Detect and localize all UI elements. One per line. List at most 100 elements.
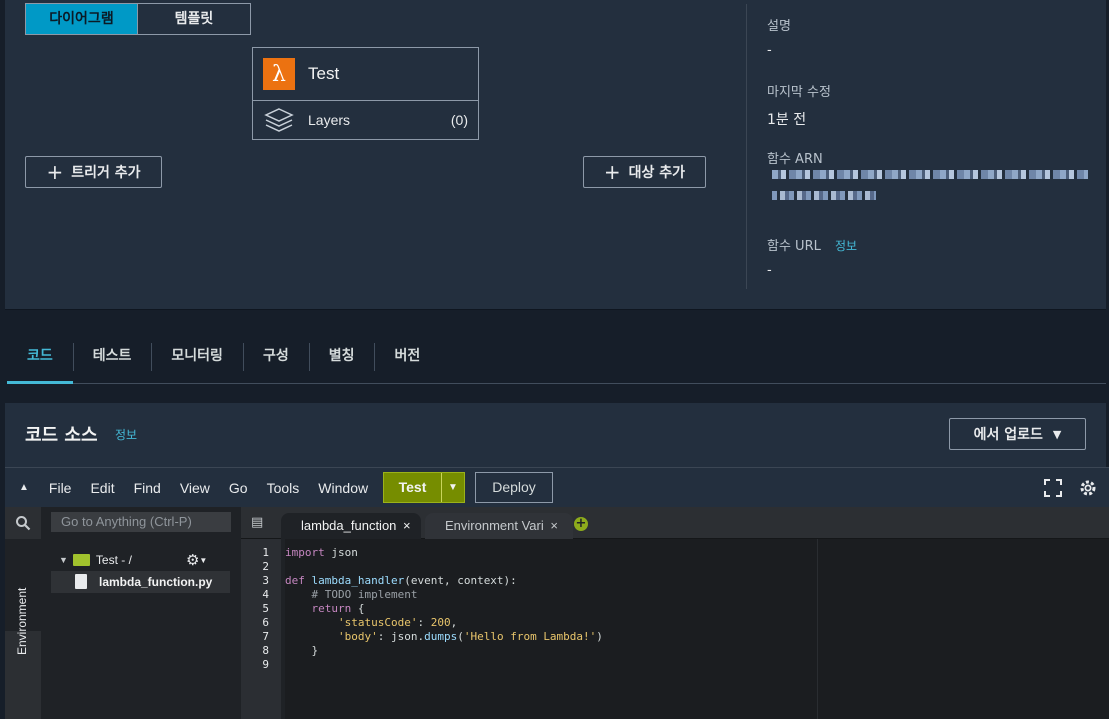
code-source-title: 코드 소스	[25, 425, 98, 446]
editor-tab-environment-variables[interactable]: Environment Vari ×	[425, 513, 573, 539]
plus-icon: +	[46, 160, 64, 184]
divider	[746, 4, 747, 289]
layers-label: Layers	[308, 112, 351, 128]
folder-icon	[72, 554, 90, 566]
add-destination-label: 대상 추가	[628, 165, 686, 181]
code-line: def lambda_handler(event, context):	[285, 574, 517, 587]
view-toggle: 다이어그램 템플릿	[25, 3, 251, 35]
environment-tab-label: Environment	[15, 587, 29, 655]
code-line: }	[285, 644, 319, 657]
plus-icon: +	[603, 160, 621, 184]
editor-tab-label: Environment Vari	[445, 518, 544, 533]
close-icon[interactable]: ×	[403, 518, 411, 533]
line-number: 4	[262, 588, 269, 601]
menu-go[interactable]: Go	[229, 480, 248, 496]
tab-aliases[interactable]: 별칭	[308, 340, 375, 384]
code-editor: ▤ lambda_function × Environment Vari × +…	[241, 507, 1109, 719]
function-url-info-link[interactable]: 정보	[835, 239, 857, 253]
fullscreen-icon[interactable]	[1044, 479, 1062, 497]
add-trigger-label: 트리거 추가	[71, 165, 141, 181]
environment-tab[interactable]: Environment	[5, 539, 41, 655]
print-margin	[817, 539, 818, 719]
function-url-label: 함수 URL	[767, 239, 821, 254]
code-line: 'body': json.dumps('Hello from Lambda!')	[337, 630, 603, 643]
ide-menu-bar: ▲ File Edit Find View Go Tools Window Te…	[5, 467, 1109, 507]
line-number: 2	[262, 560, 269, 573]
line-number: 8	[262, 644, 269, 657]
ide-body: Environment Go to Anything (Ctrl-P) ▼ Te…	[5, 507, 1109, 719]
tab-configuration[interactable]: 구성	[242, 340, 309, 384]
tree-file-label: lambda_function.py	[99, 575, 213, 589]
description-label: 설명	[767, 19, 791, 34]
upload-from-button[interactable]: 에서 업로드 ▼	[949, 418, 1086, 450]
deploy-button[interactable]: Deploy	[475, 472, 553, 503]
add-trigger-button[interactable]: + 트리거 추가	[25, 156, 162, 188]
tab-monitoring[interactable]: 모니터링	[151, 340, 243, 384]
code-source-panel: 코드 소스 정보 에서 업로드 ▼	[5, 403, 1106, 467]
function-tabs: 코드 테스트 모니터링 구성 별칭 버전	[7, 340, 1106, 384]
test-dropdown-icon[interactable]: ▼	[442, 473, 464, 502]
test-split-button[interactable]: Test ▼	[383, 472, 465, 503]
menu-window[interactable]: Window	[318, 480, 368, 496]
gear-icon[interactable]	[1078, 478, 1098, 498]
last-modified-value: 1분 전	[767, 112, 807, 128]
function-overview-panel: 다이어그램 템플릿 λ Test Layers (0) + 트리거 추가 + 대…	[5, 0, 1106, 310]
code-line: import json	[285, 546, 358, 559]
tree-root-folder[interactable]: ▼ Test - / ⚙ ▼	[59, 551, 207, 569]
folder-settings-gear-icon[interactable]: ⚙	[186, 551, 199, 569]
line-number: 6	[262, 616, 269, 629]
code-line: # TODO implement	[311, 588, 418, 601]
menu-find[interactable]: Find	[134, 480, 161, 496]
line-number: 5	[262, 602, 269, 615]
tab-versions[interactable]: 버전	[374, 340, 440, 384]
code-line: return {	[311, 602, 365, 615]
function-name: Test	[308, 64, 340, 83]
search-icon[interactable]	[15, 515, 31, 531]
python-file-icon	[75, 574, 87, 589]
close-icon[interactable]: ×	[550, 518, 558, 533]
code-source-info-link[interactable]: 정보	[115, 426, 137, 443]
editor-tab-label: lambda_function	[301, 518, 397, 533]
code-line: 'statusCode': 200,	[337, 616, 458, 629]
layers-count: (0)	[450, 112, 468, 128]
upload-from-label: 에서 업로드	[973, 427, 1043, 443]
menu-edit[interactable]: Edit	[90, 480, 114, 496]
lambda-icon: λ	[263, 58, 295, 90]
description-value: -	[767, 43, 772, 58]
last-modified-label: 마지막 수정	[767, 85, 831, 100]
diagram-toggle-button[interactable]: 다이어그램	[26, 4, 138, 34]
tree-file-item[interactable]: lambda_function.py	[51, 571, 230, 593]
line-number: 9	[262, 658, 269, 671]
caret-down-icon: ▼	[199, 555, 208, 565]
line-number: 3	[262, 574, 269, 587]
tab-test[interactable]: 테스트	[72, 340, 152, 384]
caret-down-icon: ▼	[1052, 427, 1062, 441]
menu-tools[interactable]: Tools	[267, 480, 300, 496]
triangle-down-icon: ▼	[59, 555, 68, 565]
add-destination-button[interactable]: + 대상 추가	[583, 156, 706, 188]
collapse-up-icon[interactable]: ▲	[19, 482, 29, 493]
file-tree: Go to Anything (Ctrl-P) ▼ Test - / ⚙ ▼ l…	[41, 507, 241, 719]
menu-file[interactable]: File	[49, 480, 72, 496]
template-toggle-button[interactable]: 템플릿	[138, 4, 250, 34]
go-to-anything-input[interactable]: Go to Anything (Ctrl-P)	[51, 512, 231, 532]
function-arn-label: 함수 ARN	[767, 152, 823, 167]
layers-row[interactable]: Layers (0)	[253, 101, 478, 139]
menu-view[interactable]: View	[180, 480, 210, 496]
test-button[interactable]: Test	[384, 473, 442, 502]
function-node[interactable]: λ Test Layers (0)	[252, 47, 479, 140]
list-icon[interactable]: ▤	[251, 515, 263, 530]
editor-tab-lambda-function[interactable]: lambda_function ×	[281, 513, 421, 539]
layers-icon	[264, 108, 294, 132]
side-strip: Environment	[5, 507, 41, 719]
tab-code[interactable]: 코드	[7, 340, 73, 384]
code-area[interactable]: import json def lambda_handler(event, co…	[285, 539, 1109, 719]
line-number: 7	[262, 630, 269, 643]
line-number: 1	[262, 546, 269, 559]
function-url-value: -	[767, 263, 772, 278]
editor-tab-bar: ▤ lambda_function × Environment Vari × +	[241, 507, 1109, 539]
add-tab-icon[interactable]: +	[574, 517, 588, 531]
tree-root-label: Test - /	[95, 553, 132, 567]
